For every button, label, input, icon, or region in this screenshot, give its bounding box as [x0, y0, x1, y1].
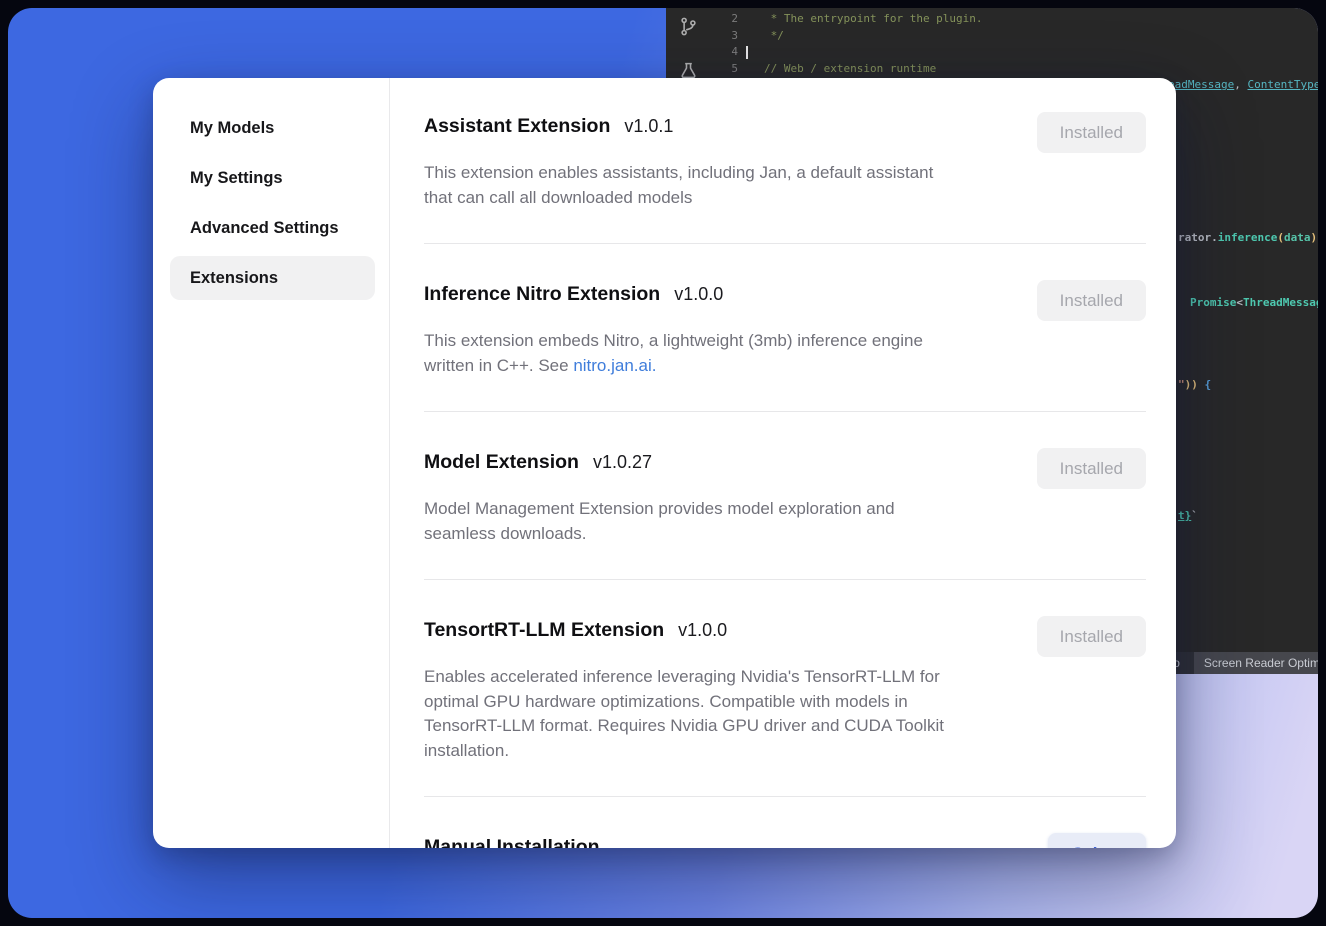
row-divider — [424, 411, 1146, 412]
code-line: 5 // Web / extension runtime — [710, 61, 1318, 78]
extension-version: v1.0.27 — [593, 452, 652, 472]
code-token: ContentType — [1248, 78, 1318, 91]
code-fragment: ")) { — [1178, 378, 1211, 391]
code-fragment: t}` — [1178, 509, 1198, 522]
text-cursor — [746, 46, 748, 59]
code-token: t} — [1178, 509, 1191, 522]
extension-row: Assistant Extension v1.0.1 Installed This e… — [424, 112, 1146, 210]
code-line: 2 * The entrypoint for the plugin. — [710, 11, 1318, 28]
code-token: rator. — [1178, 231, 1218, 244]
extension-title-group: Manual Installation — [424, 833, 600, 848]
extension-name: Model Extension — [424, 451, 579, 473]
extension-description-text: This extension enables assistants, inclu… — [424, 163, 933, 207]
extension-name: Inference Nitro Extension — [424, 283, 660, 305]
code-token: ` — [1191, 509, 1198, 522]
code-token: { — [1205, 378, 1212, 391]
code-token: , — [1234, 78, 1247, 91]
row-divider — [424, 796, 1146, 797]
extension-name: Assistant Extension — [424, 115, 610, 137]
code-line-text: * The entrypoint for the plugin. — [738, 11, 983, 28]
installed-button[interactable]: Installed — [1037, 616, 1146, 657]
sidebar-item-extensions[interactable]: Extensions — [170, 256, 375, 300]
extension-title-group: Model Extension v1.0.27 — [424, 448, 652, 476]
hero-background: 2 * The entrypoint for the plugin.3 */45… — [8, 8, 1318, 918]
code-token: ThreadMessage — [1243, 296, 1318, 309]
installed-button[interactable]: Installed — [1037, 448, 1146, 489]
extension-description: This extension enables assistants, inclu… — [424, 161, 1024, 210]
extension-description: Enables accelerated inference leveraging… — [424, 665, 1024, 763]
line-number: 3 — [710, 28, 738, 45]
extension-title-group: Assistant Extension v1.0.1 — [424, 112, 673, 140]
extension-version: v1.0.0 — [678, 620, 727, 640]
select-button[interactable]: Select — [1048, 833, 1146, 848]
source-control-icon[interactable] — [678, 16, 699, 37]
code-token: Promise — [1190, 296, 1236, 309]
extension-description-text: This extension embeds Nitro, a lightweig… — [424, 331, 923, 375]
extension-row-header: Model Extension v1.0.27 Installed — [424, 448, 1146, 489]
extension-description-text: Enables accelerated inference leveraging… — [424, 667, 944, 760]
code-token — [1198, 378, 1205, 391]
sidebar-item-advanced-settings[interactable]: Advanced Settings — [170, 206, 375, 250]
extension-row-header: Assistant Extension v1.0.1 Installed — [424, 112, 1146, 153]
row-divider — [424, 243, 1146, 244]
nitro-jan-ai-link[interactable]: nitro.jan.ai. — [573, 356, 656, 375]
code-line: 4 — [710, 44, 1318, 61]
sidebar-item-my-settings[interactable]: My Settings — [170, 156, 375, 200]
settings-panel: My Models My Settings Advanced Settings Ext… — [153, 78, 1176, 848]
installed-button[interactable]: Installed — [1037, 112, 1146, 153]
code-line: 3 */ — [710, 28, 1318, 45]
screen-reader-status-item[interactable]: Screen Reader Optimized — [1194, 652, 1318, 674]
extension-row-header: Manual Installation Select — [424, 833, 1146, 848]
line-number: 5 — [710, 61, 738, 78]
extension-description: This extension embeds Nitro, a lightweig… — [424, 329, 1024, 378]
extension-row: Inference Nitro Extension v1.0.0 Installed… — [424, 280, 1146, 378]
code-line-text: */ — [738, 28, 784, 45]
code-line-text — [738, 44, 764, 61]
extension-title-group: TensortRT-LLM Extension v1.0.0 — [424, 616, 727, 644]
code-token: ( — [1277, 231, 1284, 244]
extension-row-header: TensortRT-LLM Extension v1.0.0 Installed — [424, 616, 1146, 657]
code-token: < — [1236, 296, 1243, 309]
extension-description-text: Model Management Extension provides mode… — [424, 499, 895, 543]
code-token: // Web / extension runtime — [764, 62, 936, 75]
extension-row: TensortRT-LLM Extension v1.0.0 Installed En… — [424, 616, 1146, 763]
extension-name: Manual Installation — [424, 836, 600, 848]
extension-version: v1.0.1 — [624, 116, 673, 136]
code-token: " — [1178, 378, 1185, 391]
extension-version: v1.0.0 — [674, 284, 723, 304]
sidebar-item-my-models[interactable]: My Models — [170, 106, 375, 150]
code-token: * The entrypoint for the plugin. — [764, 12, 983, 25]
extensions-list: Assistant Extension v1.0.1 Installed This e… — [390, 78, 1176, 848]
extension-row: Model Extension v1.0.27 Installed Model Man… — [424, 448, 1146, 546]
code-token: */ — [764, 29, 784, 42]
line-number: 4 — [710, 44, 738, 61]
code-fragment: rator.inference(data)); — [1178, 231, 1318, 244]
code-token: )) — [1310, 231, 1318, 244]
extension-row-header: Inference Nitro Extension v1.0.0 Installed — [424, 280, 1146, 321]
code-token: data — [1284, 231, 1311, 244]
installed-button[interactable]: Installed — [1037, 280, 1146, 321]
extension-title-group: Inference Nitro Extension v1.0.0 — [424, 280, 723, 308]
extension-description: Model Management Extension provides mode… — [424, 497, 1024, 546]
extension-row: Manual InstallationSelectSelect an exten… — [424, 833, 1146, 848]
code-fragment: Promise<ThreadMessage> — [1190, 296, 1318, 309]
code-token: inference — [1218, 231, 1278, 244]
line-number: 2 — [710, 11, 738, 28]
extension-name: TensortRT-LLM Extension — [424, 619, 664, 641]
settings-sidebar: My Models My Settings Advanced Settings Ext… — [153, 78, 390, 848]
code-token: )) — [1185, 378, 1198, 391]
row-divider — [424, 579, 1146, 580]
code-line-text: // Web / extension runtime — [738, 61, 936, 78]
